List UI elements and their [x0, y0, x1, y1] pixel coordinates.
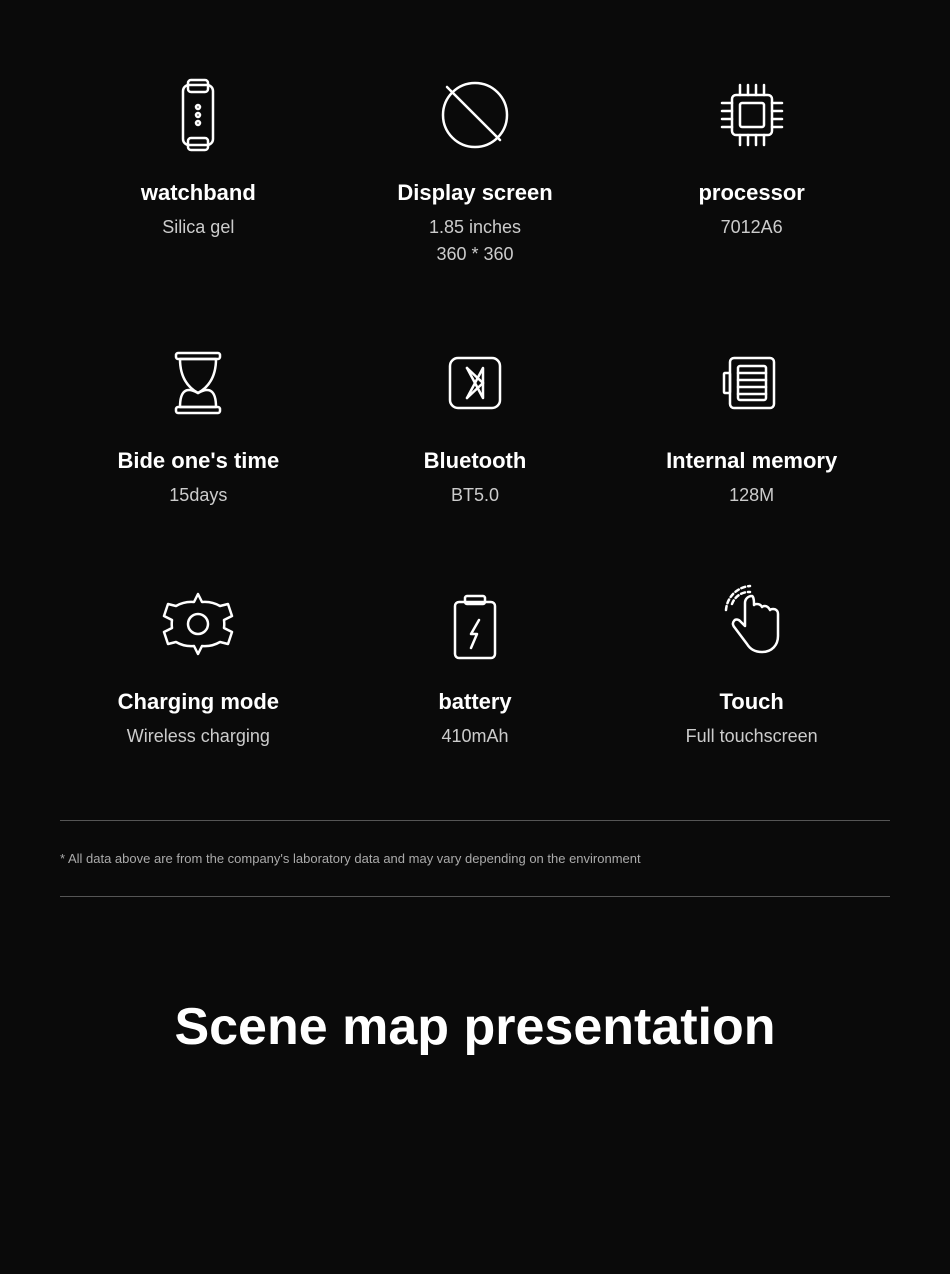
spec-battery: battery 410mAh	[337, 549, 614, 770]
processor-icon	[707, 70, 797, 160]
watchband-title: watchband	[141, 180, 256, 206]
display-icon	[430, 70, 520, 160]
battery-life-title: Bide one's time	[117, 448, 279, 474]
battery-life-value: 15days	[169, 482, 227, 509]
spec-touch: Touch Full touchscreen	[613, 549, 890, 770]
battery-icon	[430, 579, 520, 669]
watchband-icon	[153, 70, 243, 160]
battery-value: 410mAh	[441, 723, 508, 750]
disclaimer-section: * All data above are from the company's …	[0, 790, 950, 917]
memory-value: 128M	[729, 482, 774, 509]
scene-section: Scene map presentation	[0, 917, 950, 1117]
battery-title: battery	[438, 689, 511, 715]
charging-value: Wireless charging	[127, 723, 270, 750]
spec-display: Display screen 1.85 inches360 * 360	[337, 40, 614, 288]
top-divider	[60, 820, 890, 821]
memory-title: Internal memory	[666, 448, 837, 474]
charging-title: Charging mode	[118, 689, 279, 715]
bottom-divider	[60, 896, 890, 897]
memory-icon	[707, 338, 797, 428]
touch-value: Full touchscreen	[686, 723, 818, 750]
spec-watchband: watchband Silica gel	[60, 40, 337, 288]
scene-title: Scene map presentation	[60, 997, 890, 1057]
spec-charging: Charging mode Wireless charging	[60, 549, 337, 770]
hourglass-icon	[153, 338, 243, 428]
display-value: 1.85 inches360 * 360	[429, 214, 521, 268]
disclaimer-text: * All data above are from the company's …	[60, 841, 890, 876]
bluetooth-title: Bluetooth	[424, 448, 527, 474]
specs-grid: watchband Silica gel Display screen 1.85…	[0, 0, 950, 790]
display-title: Display screen	[397, 180, 552, 206]
spec-memory: Internal memory 128M	[613, 308, 890, 529]
bluetooth-value: BT5.0	[451, 482, 499, 509]
processor-title: processor	[698, 180, 804, 206]
touch-icon	[707, 579, 797, 669]
spec-battery-life: Bide one's time 15days	[60, 308, 337, 529]
spec-processor: processor 7012A6	[613, 40, 890, 288]
touch-title: Touch	[719, 689, 783, 715]
processor-value: 7012A6	[721, 214, 783, 241]
gear-icon	[153, 579, 243, 669]
spec-bluetooth: Bluetooth BT5.0	[337, 308, 614, 529]
watchband-value: Silica gel	[162, 214, 234, 241]
bluetooth-icon	[430, 338, 520, 428]
